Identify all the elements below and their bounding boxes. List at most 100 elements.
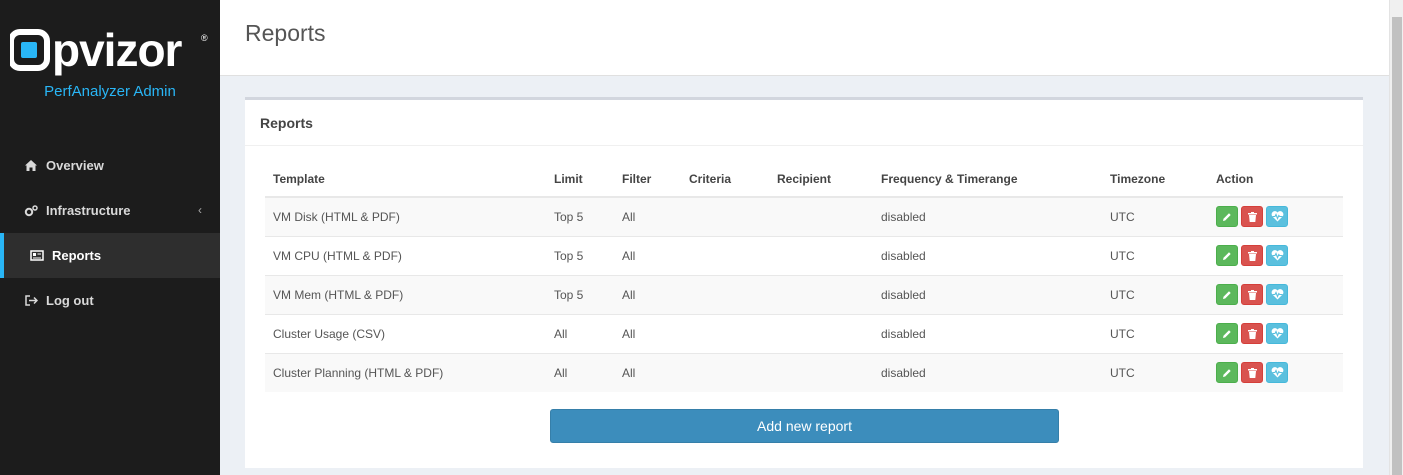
cell-limit: All xyxy=(546,313,614,353)
column-header-frequency: Frequency & Timerange xyxy=(873,161,1102,198)
cell-frequency: disabled xyxy=(873,235,1102,275)
cell-timezone: UTC xyxy=(1102,352,1208,392)
sidebar-item-logout[interactable]: Log out xyxy=(0,278,220,323)
column-header-template: Template xyxy=(265,161,546,198)
heartbeat-icon xyxy=(1271,328,1283,339)
trash-icon xyxy=(1247,250,1257,261)
cell-action xyxy=(1208,313,1343,353)
cell-filter: All xyxy=(614,274,681,314)
app-subtitle: PerfAnalyzer Admin xyxy=(44,83,176,100)
delete-button[interactable] xyxy=(1241,245,1263,266)
pencil-icon xyxy=(1223,251,1231,260)
sidebar-item-label: Overview xyxy=(46,158,104,173)
cell-action xyxy=(1208,274,1343,314)
edit-button[interactable] xyxy=(1216,206,1238,228)
cell-timezone: UTC xyxy=(1102,313,1208,353)
gears-icon xyxy=(24,204,38,218)
cell-filter: All xyxy=(614,352,681,392)
row-actions xyxy=(1216,284,1335,305)
edit-button[interactable] xyxy=(1216,284,1238,305)
cell-limit: Top 5 xyxy=(546,274,614,314)
column-header-action: Action xyxy=(1208,161,1343,198)
scrollbar[interactable] xyxy=(1389,0,1403,475)
cell-action xyxy=(1208,352,1343,392)
cell-frequency: disabled xyxy=(873,196,1102,236)
table-row: VM CPU (HTML & PDF) Top 5 All disabled U… xyxy=(265,235,1343,275)
pencil-icon xyxy=(1223,213,1231,221)
svg-text:pvizor: pvizor xyxy=(52,26,183,76)
cell-timezone: UTC xyxy=(1102,235,1208,275)
run-report-button[interactable] xyxy=(1266,284,1288,305)
cell-frequency: disabled xyxy=(873,352,1102,392)
heartbeat-icon xyxy=(1271,211,1283,222)
opvizor-logo[interactable]: pvizor ® xyxy=(10,26,210,78)
newspaper-icon xyxy=(30,249,44,263)
pencil-icon xyxy=(1223,329,1231,338)
cell-template: Cluster Usage (CSV) xyxy=(265,313,546,353)
run-report-button[interactable] xyxy=(1266,362,1288,384)
row-actions xyxy=(1216,245,1335,266)
heartbeat-icon xyxy=(1271,250,1283,261)
heartbeat-icon xyxy=(1271,367,1283,378)
sidebar-item-label: Infrastructure xyxy=(46,203,131,218)
table-row: Cluster Planning (HTML & PDF) All All di… xyxy=(265,352,1343,392)
box-title: Reports xyxy=(245,100,1363,146)
row-actions xyxy=(1216,323,1335,344)
run-report-button[interactable] xyxy=(1266,245,1288,266)
sign-out-icon xyxy=(24,294,38,308)
trash-icon xyxy=(1247,328,1257,339)
scrollbar-thumb[interactable] xyxy=(1392,17,1402,475)
add-new-report-button[interactable]: Add new report xyxy=(550,409,1059,443)
svg-text:®: ® xyxy=(201,33,208,43)
table-row: VM Mem (HTML & PDF) Top 5 All disabled U… xyxy=(265,274,1343,314)
cell-filter: All xyxy=(614,235,681,275)
table-row: VM Disk (HTML & PDF) Top 5 All disabled … xyxy=(265,196,1343,236)
delete-button[interactable] xyxy=(1241,284,1263,305)
cell-limit: All xyxy=(546,352,614,392)
sidebar-item-infrastructure[interactable]: Infrastructure ‹ xyxy=(0,188,220,233)
sidebar-item-overview[interactable]: Overview xyxy=(0,143,220,188)
sidebar-item-label: Log out xyxy=(46,293,94,308)
edit-button[interactable] xyxy=(1216,245,1238,266)
cell-recipient xyxy=(769,313,873,353)
pencil-icon xyxy=(1223,369,1231,377)
row-actions xyxy=(1216,206,1335,228)
reports-box: Reports Template Limit Filter Criteria R… xyxy=(245,97,1363,468)
cell-template: VM Mem (HTML & PDF) xyxy=(265,274,546,314)
run-report-button[interactable] xyxy=(1266,323,1288,344)
column-header-timezone: Timezone xyxy=(1102,161,1208,198)
row-actions xyxy=(1216,362,1335,384)
table-row: Cluster Usage (CSV) All All disabled UTC xyxy=(265,313,1343,353)
cell-template: VM CPU (HTML & PDF) xyxy=(265,235,546,275)
edit-button[interactable] xyxy=(1216,362,1238,384)
chevron-left-icon: ‹ xyxy=(198,203,202,217)
cell-criteria xyxy=(681,196,769,236)
cell-action xyxy=(1208,196,1343,236)
sidebar: pvizor ® PerfAnalyzer Admin Overview Inf… xyxy=(0,0,220,475)
home-icon xyxy=(24,159,38,173)
pencil-icon xyxy=(1223,290,1231,299)
cell-recipient xyxy=(769,235,873,275)
cell-frequency: disabled xyxy=(873,313,1102,353)
heartbeat-icon xyxy=(1271,289,1283,300)
cell-criteria xyxy=(681,352,769,392)
trash-icon xyxy=(1247,367,1257,378)
cell-template: VM Disk (HTML & PDF) xyxy=(265,196,546,236)
cell-filter: All xyxy=(614,313,681,353)
cell-criteria xyxy=(681,274,769,314)
trash-icon xyxy=(1247,211,1257,222)
delete-button[interactable] xyxy=(1241,362,1263,384)
sidebar-item-reports[interactable]: Reports xyxy=(0,233,220,278)
cell-limit: Top 5 xyxy=(546,235,614,275)
cell-action xyxy=(1208,235,1343,275)
cell-recipient xyxy=(769,352,873,392)
delete-button[interactable] xyxy=(1241,206,1263,228)
edit-button[interactable] xyxy=(1216,323,1238,344)
sidebar-item-label: Reports xyxy=(52,248,102,263)
cell-template: Cluster Planning (HTML & PDF) xyxy=(265,352,546,392)
run-report-button[interactable] xyxy=(1266,206,1288,228)
column-header-limit: Limit xyxy=(546,161,614,198)
trash-icon xyxy=(1247,289,1257,300)
delete-button[interactable] xyxy=(1241,323,1263,344)
cell-frequency: disabled xyxy=(873,274,1102,314)
